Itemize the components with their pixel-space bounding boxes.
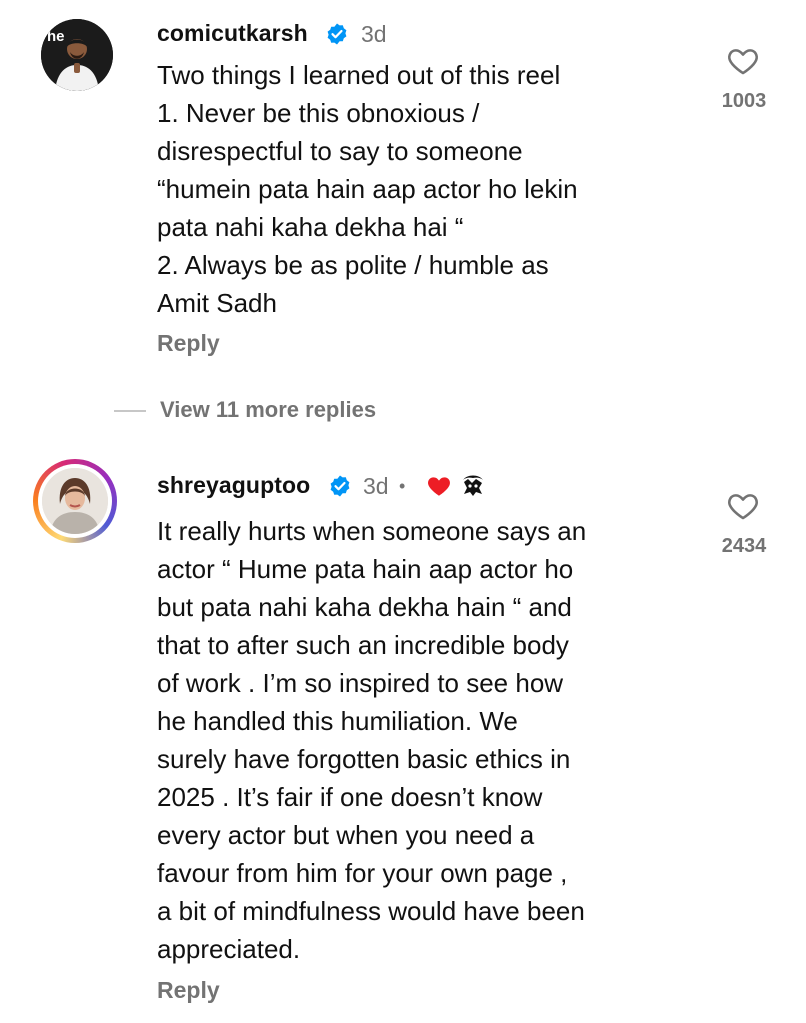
comment-username[interactable]: shreyaguptoo	[157, 472, 310, 499]
like-count: 2434	[721, 535, 767, 557]
comment-text: Two things I learned out of this reel 1.…	[157, 60, 578, 318]
creator-avatar-icon	[460, 473, 486, 499]
divider-line	[114, 410, 146, 412]
story-ring[interactable]	[33, 459, 117, 543]
avatar[interactable]: he	[41, 19, 113, 91]
comment-username[interactable]: comicutkarsh	[157, 20, 308, 47]
reply-button[interactable]: Reply	[157, 977, 220, 1004]
verified-badge-icon	[327, 23, 347, 45]
creator-liked-heart-icon	[428, 477, 450, 496]
avatar	[42, 468, 108, 534]
comment-time: 3d	[361, 21, 387, 47]
avatar-logo-text: he	[47, 28, 65, 45]
view-more-replies-button[interactable]: View 11 more replies	[160, 397, 376, 423]
heart-icon[interactable]	[726, 44, 760, 78]
comment-time: 3d	[363, 473, 389, 499]
comment-text: It really hurts when someone says an act…	[157, 516, 587, 964]
avatar-ring-gap	[38, 464, 112, 538]
like-count: 1003	[721, 90, 767, 112]
avatar-photo	[42, 468, 108, 534]
separator-dot: •	[399, 476, 406, 496]
reply-button[interactable]: Reply	[157, 330, 220, 357]
heart-icon[interactable]	[726, 489, 760, 523]
verified-badge-icon	[330, 475, 350, 497]
